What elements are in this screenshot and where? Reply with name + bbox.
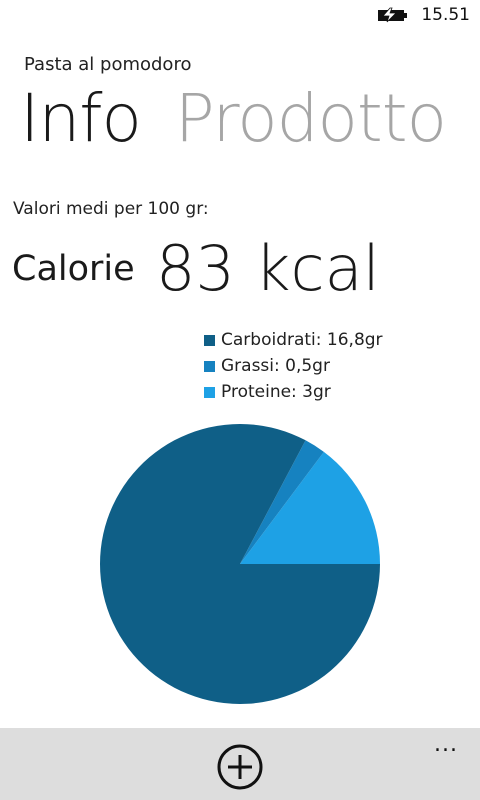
chart-legend: Carboidrati: 16,8gr Grassi: 0,5gr Protei… <box>204 327 383 405</box>
calorie-label: Calorie <box>12 249 135 289</box>
pivot-tab-info[interactable]: Info <box>20 80 142 157</box>
battery-charging-icon <box>378 7 407 23</box>
status-time: 15.51 <box>421 5 470 25</box>
legend-label-carboidrati: Carboidrati: 16,8gr <box>221 330 383 350</box>
legend-swatch-carboidrati <box>204 334 215 346</box>
legend-swatch-grassi <box>204 360 215 372</box>
legend-item-grassi: Grassi: 0,5gr <box>204 353 383 379</box>
legend-item-carboidrati: Carboidrati: 16,8gr <box>204 327 383 353</box>
pivot-header: Info Prodotto <box>20 80 460 157</box>
pivot-tab-prodotto[interactable]: Prodotto <box>175 80 447 157</box>
calorie-value: 83 kcal <box>156 232 380 305</box>
more-options-button[interactable]: ... <box>434 732 458 757</box>
status-bar: 15.51 <box>0 0 480 32</box>
add-circle-icon[interactable] <box>216 743 264 791</box>
app-bar: ... <box>0 728 480 800</box>
legend-label-proteine: Proteine: 3gr <box>221 382 331 402</box>
app-title: Pasta al pomodoro <box>24 54 192 75</box>
legend-label-grassi: Grassi: 0,5gr <box>221 356 330 376</box>
legend-swatch-proteine <box>204 386 215 398</box>
nutrition-subtitle: Valori medi per 100 gr: <box>13 199 209 219</box>
legend-item-proteine: Proteine: 3gr <box>204 379 383 405</box>
macronutrient-pie-chart <box>100 424 380 704</box>
